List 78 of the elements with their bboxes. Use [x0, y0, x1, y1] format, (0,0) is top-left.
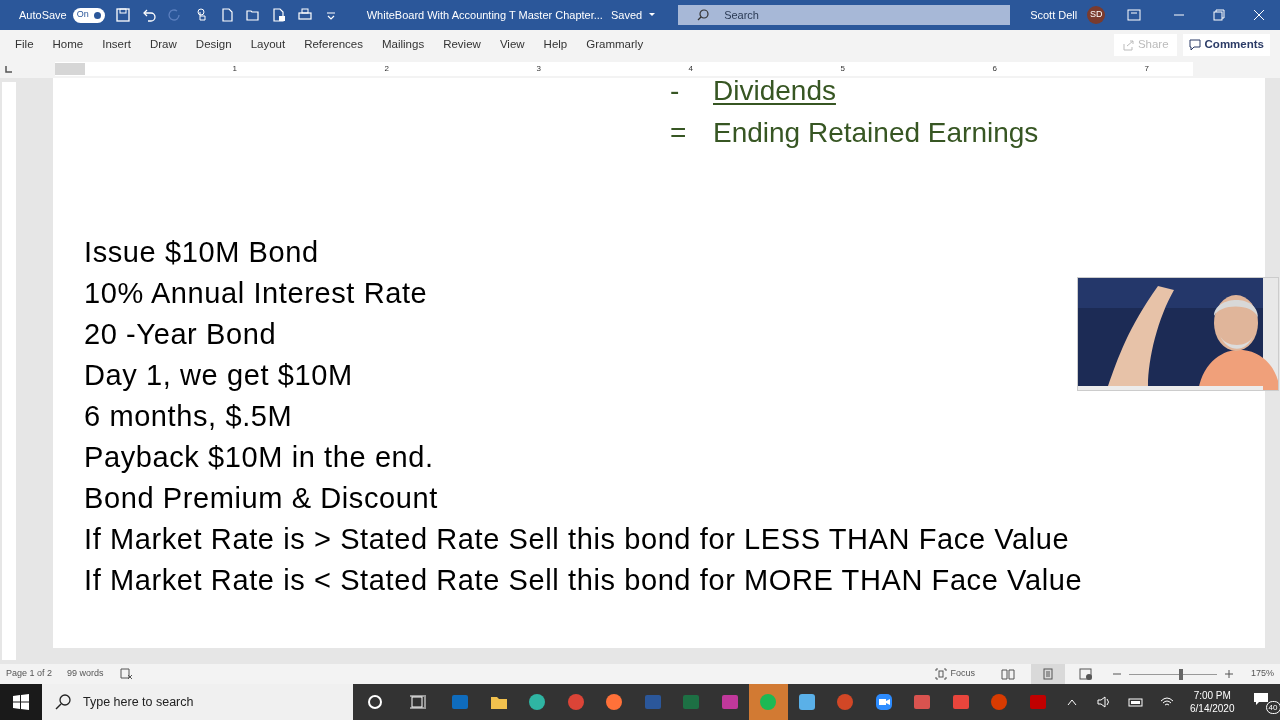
chevron-up-icon[interactable] — [1067, 698, 1077, 706]
body-text-line: Bond Premium & Discount — [84, 481, 438, 516]
body-text-line: Payback $10M in the end. — [84, 440, 434, 475]
body-text-line: If Market Rate is > Stated Rate Sell this bond for LESS THAN Face Value — [84, 522, 1070, 557]
ruler-number: 2 — [383, 63, 389, 75]
search-field[interactable]: Search — [678, 5, 1011, 25]
caret-icon[interactable] — [648, 12, 657, 18]
restore-icon[interactable] — [1213, 9, 1226, 21]
zoom-slider[interactable] — [1128, 668, 1217, 680]
task-view-icon[interactable] — [409, 694, 427, 710]
clock-time[interactable]: 7:00 PM — [1193, 689, 1231, 702]
ribbon-tab[interactable]: Mailings — [373, 33, 434, 57]
zoom-in-icon[interactable] — [1224, 670, 1233, 678]
autosave-toggle[interactable]: On — [72, 7, 105, 23]
ribbon-tab[interactable]: References — [295, 33, 372, 57]
body-text-line: 10% Annual Interest Rate — [84, 276, 428, 311]
ribbon-tab[interactable]: Grammarly — [577, 33, 653, 57]
ruler-number: 3 — [535, 63, 541, 75]
cortana-icon[interactable] — [367, 694, 383, 710]
ruler-number: 7 — [1143, 63, 1149, 75]
ribbon-tab[interactable]: Insert — [93, 33, 140, 57]
body-text-line: 20 -Year Bond — [84, 317, 277, 352]
open-folder-icon[interactable] — [244, 7, 261, 23]
ribbon-tab[interactable]: Draw — [141, 33, 186, 57]
search-icon — [55, 694, 71, 710]
ribbon-display-icon[interactable] — [1127, 9, 1142, 21]
zoom-percent: 175% — [1250, 667, 1274, 681]
share-icon — [1121, 39, 1134, 51]
operator-sign: = — [670, 116, 688, 150]
body-text-line: Day 1, we get $10M — [84, 358, 353, 393]
word-count: 99 words — [67, 667, 104, 681]
user-avatar[interactable]: SD — [1087, 6, 1106, 24]
battery-icon[interactable] — [1128, 697, 1144, 707]
document-title: WhiteBoard With Accounting T Master Chapter... — [366, 7, 603, 23]
body-text-line: Issue $10M Bond — [84, 235, 319, 270]
ribbon-tab[interactable]: View — [490, 33, 534, 57]
comment-icon — [1188, 39, 1201, 51]
focus-icon — [935, 668, 948, 680]
close-icon[interactable] — [1253, 9, 1266, 21]
ribbon-tab[interactable]: File — [6, 33, 43, 57]
ribbon-tab[interactable]: Help — [534, 33, 577, 57]
speaker-icon[interactable] — [1097, 696, 1111, 708]
autosave-label: AutoSave — [19, 7, 67, 23]
pdf-document-icon[interactable] — [270, 7, 287, 23]
ribbon-tab[interactable]: Layout — [241, 33, 295, 57]
ribbon-tab[interactable]: Home — [43, 33, 93, 57]
body-text-line: If Market Rate is < Stated Rate Sell this bond for MORE THAN Face Value — [84, 563, 1083, 598]
operator-sign: - — [670, 78, 681, 108]
clock-date[interactable]: 6/14/2020 — [1190, 702, 1235, 715]
search-icon — [696, 8, 711, 22]
read-mode-icon[interactable] — [1000, 668, 1015, 680]
proofing-icon[interactable] — [118, 668, 133, 680]
ribbon-tab[interactable]: Design — [186, 33, 241, 57]
ruler-margin — [55, 63, 85, 75]
ruler-number: 5 — [839, 63, 845, 75]
ruler-number: 1 — [231, 63, 237, 75]
print-layout-button[interactable] — [1030, 664, 1065, 684]
comments-button[interactable]: Comments — [1182, 34, 1270, 56]
web-layout-icon[interactable] — [1078, 668, 1093, 680]
ruler-number: 6 — [991, 63, 997, 75]
windows-icon[interactable] — [13, 694, 29, 710]
printer-icon[interactable] — [296, 7, 313, 23]
notification-count: 40 — [1265, 701, 1280, 714]
tab-stop-icon[interactable] — [5, 65, 13, 73]
notification-icon[interactable] — [1252, 692, 1269, 706]
taskbar-search-field[interactable]: Type here to search — [42, 684, 353, 720]
save-status: Saved — [610, 7, 643, 23]
summary-line: Dividends — [713, 78, 836, 108]
wifi-icon[interactable] — [1160, 696, 1174, 708]
focus-button[interactable]: Focus — [935, 667, 975, 681]
ribbon-tab[interactable]: Review — [434, 33, 490, 57]
page-icon — [1042, 668, 1053, 680]
summary-line: Ending Retained Earnings — [713, 116, 1039, 150]
user-name: Scott Dell — [1030, 7, 1078, 23]
ruler-number: 4 — [687, 63, 693, 75]
body-text-line: 6 months, $.5M — [84, 399, 293, 434]
save-icon[interactable] — [114, 7, 131, 23]
page-count: Page 1 of 2 — [6, 667, 53, 681]
